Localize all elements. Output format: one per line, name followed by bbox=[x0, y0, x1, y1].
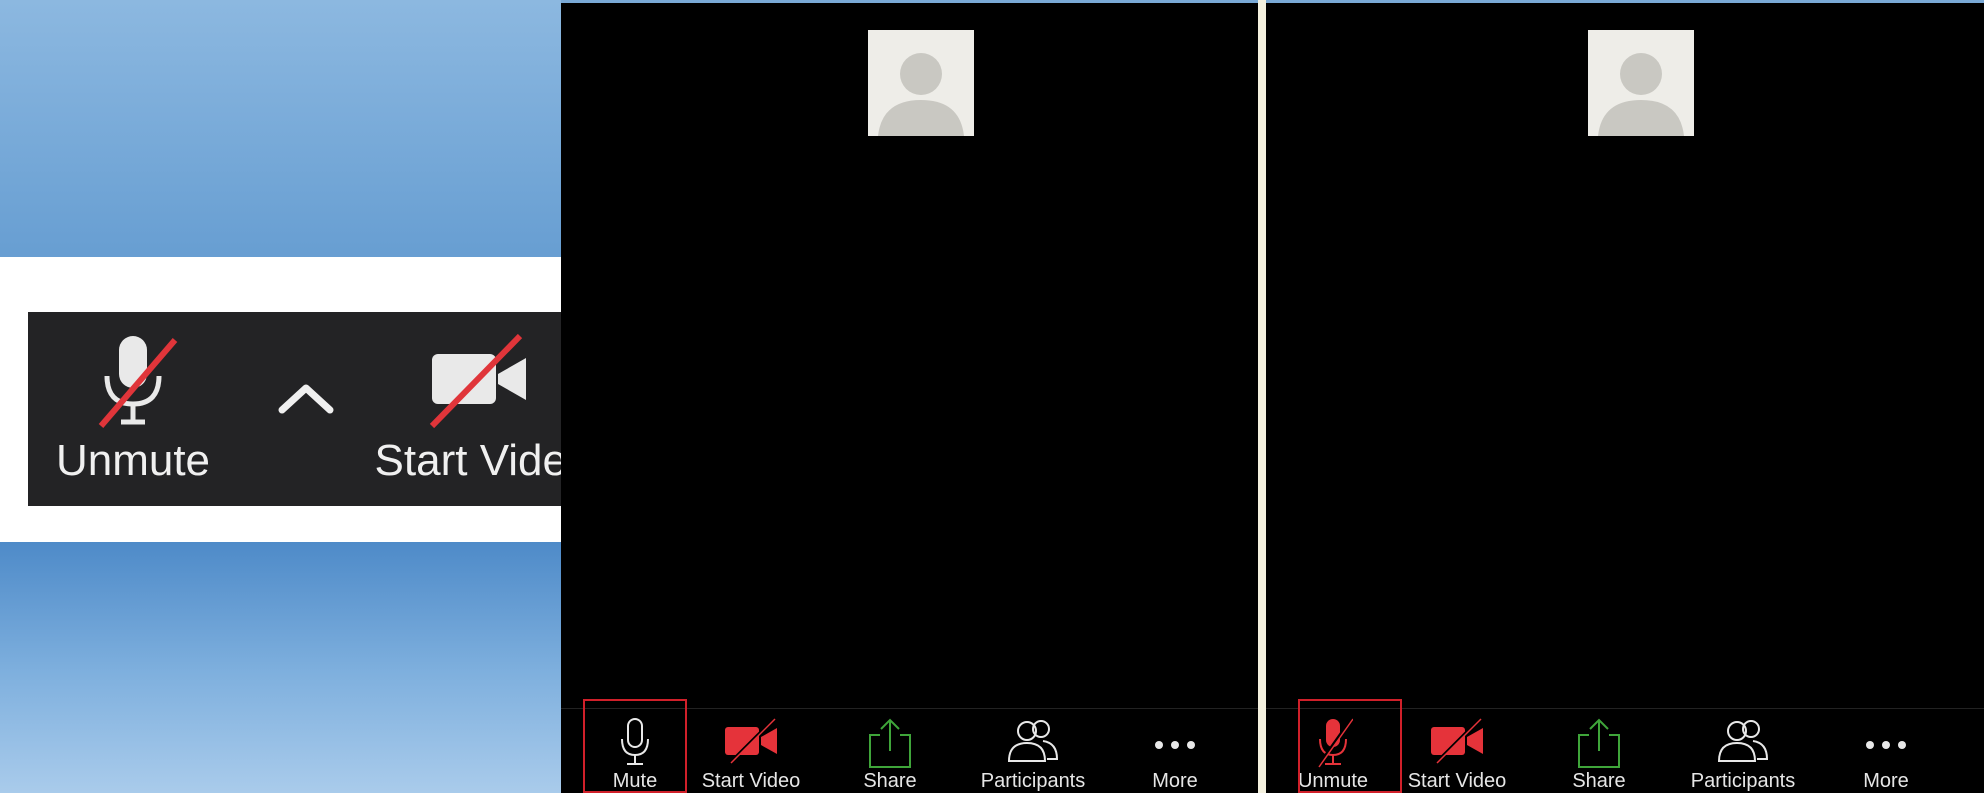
share-button[interactable]: Share bbox=[1559, 709, 1639, 793]
share-label: Share bbox=[863, 770, 917, 792]
share-icon bbox=[1578, 718, 1620, 768]
more-label: More bbox=[1863, 770, 1909, 792]
participants-label: Participants bbox=[980, 770, 1086, 792]
panel-divider bbox=[1258, 0, 1266, 793]
more-dots-icon bbox=[1866, 741, 1906, 749]
highlight-box bbox=[583, 699, 687, 793]
mobile-meeting-screen-muted: Unmute Start Video Share Participants Mo… bbox=[1266, 3, 1984, 793]
caret-up-icon[interactable] bbox=[276, 378, 336, 418]
participants-button[interactable]: Participants bbox=[981, 709, 1085, 793]
user-silhouette-icon bbox=[1598, 53, 1684, 136]
unmute-button[interactable]: Unmute bbox=[48, 312, 218, 506]
more-button[interactable]: More bbox=[1846, 709, 1926, 793]
participants-label: Participants bbox=[1690, 770, 1796, 792]
microphone-muted-icon bbox=[98, 336, 178, 428]
video-off-icon bbox=[1431, 718, 1483, 764]
participants-icon bbox=[1717, 720, 1769, 762]
share-button[interactable]: Share bbox=[850, 709, 930, 793]
video-off-icon bbox=[725, 718, 777, 764]
start-video-label: Start Video bbox=[701, 770, 801, 792]
video-off-icon bbox=[429, 334, 526, 429]
more-button[interactable]: More bbox=[1135, 709, 1215, 793]
highlight-box bbox=[1298, 699, 1402, 793]
start-video-label: Start Video bbox=[1407, 770, 1507, 792]
participants-icon bbox=[1007, 720, 1059, 762]
avatar bbox=[1588, 30, 1694, 136]
mobile-meeting-screen-unmuted: Mute Start Video Share Participants More bbox=[561, 3, 1258, 793]
user-silhouette-icon bbox=[878, 53, 964, 136]
share-icon bbox=[869, 718, 911, 768]
share-label: Share bbox=[1572, 770, 1626, 792]
more-label: More bbox=[1152, 770, 1198, 792]
start-video-button[interactable]: Start Video bbox=[702, 709, 800, 793]
avatar bbox=[868, 30, 974, 136]
unmute-label: Unmute bbox=[55, 436, 211, 485]
participants-button[interactable]: Participants bbox=[1691, 709, 1795, 793]
start-video-button[interactable]: Start Video bbox=[1408, 709, 1506, 793]
more-dots-icon bbox=[1155, 741, 1195, 749]
